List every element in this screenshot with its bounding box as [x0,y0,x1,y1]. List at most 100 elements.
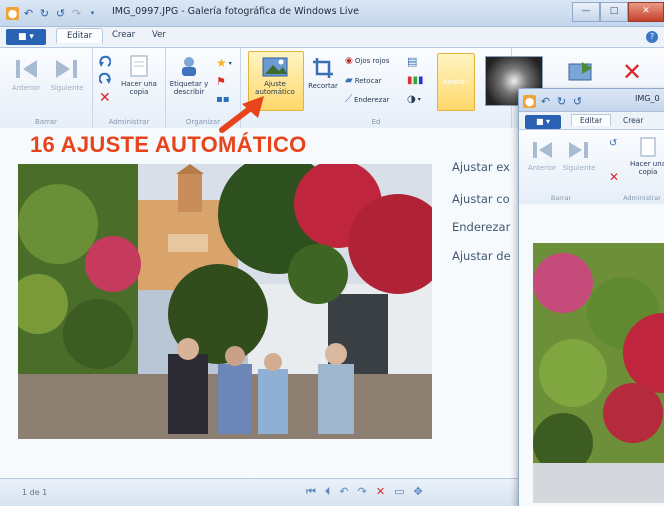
zoom-icon[interactable]: ✥ [413,485,422,499]
second-group-label: Barrar [550,194,572,202]
previous-button[interactable]: Anterior [8,56,44,92]
second-previous-button[interactable]: Anterior [525,138,559,172]
next-icon [56,60,77,78]
second-tab-crear[interactable]: Crear [623,116,643,125]
rotate-right-icon [99,72,111,84]
second-ribbon: Anterior Siguiente Barrar ↺ ✕ Hacer una … [519,129,664,205]
second-file-menu[interactable]: ■ ▾ [525,115,561,129]
second-delete-button[interactable]: ✕ [609,170,619,184]
side-menu-item-4[interactable]: Ajustar de [452,249,511,263]
copy-icon [130,55,148,77]
second-copy-button[interactable]: Hacer una copia [623,136,664,176]
side-menu-item-2[interactable]: Ajustar co [452,192,510,206]
crop-label: Recortar [308,82,338,90]
exposure-button[interactable]: ▤ [407,55,417,68]
refresh-icon[interactable]: ↻ [555,95,568,108]
minimize-button[interactable]: — [572,2,600,22]
rating-button[interactable]: ★ ▾ [216,56,232,70]
redo-icon[interactable]: ↷ [70,7,83,20]
app-icon[interactable]: ● [6,6,19,20]
make-copy-button[interactable]: Hacer una copia [117,54,161,96]
rotate-left-icon[interactable]: ↶ [339,485,348,499]
share-icon [568,62,592,81]
red-eye-button[interactable]: ◉ Ojos rojos [345,56,389,66]
undo-icon[interactable]: ↺ [54,7,67,20]
delete-icon: ✕ [609,170,620,184]
second-window: ● ↶ ↻ ↺ IMG_0 ■ ▾ Editar Crear Anterior … [518,88,664,506]
close-file-button[interactable]: ✕ [622,58,642,86]
adjust-label: Ajustar [442,78,468,86]
close-file-icon: ✕ [622,58,643,86]
photo-counter: 1 de 1 [22,488,48,497]
second-previous-label: Anterior [527,164,557,172]
crop-button[interactable]: Recortar [303,56,343,90]
color-button[interactable]: ▮▮▮ [407,75,424,86]
undo-icon[interactable]: ↺ [571,95,584,108]
eye-icon: ◉ [345,56,353,66]
flag-icon: ⚑ [216,75,226,88]
maximize-button[interactable]: □ [600,2,628,22]
close-button[interactable]: ✕ [628,2,664,22]
back-icon[interactable]: ↶ [539,95,552,108]
second-title-bar: ● ↶ ↻ ↺ IMG_0 [519,89,664,112]
second-rotate-button[interactable]: ↺ [609,138,617,149]
straighten-icon: ⟋ [345,94,352,105]
second-group-label-admin: Administrar [623,194,661,202]
delete-icon: ✕ [99,90,111,106]
star-icon: ★ [216,56,227,70]
slideshow-icon[interactable]: ▭ [394,485,404,499]
title-bar: ● ↶ ↻ ↺ ↷ ▾ IMG_0997.JPG - Galería fotog… [0,0,664,27]
group-label: Administrar [108,118,150,126]
second-photo [533,243,664,503]
delete-icon[interactable]: ✕ [376,485,385,499]
retouch-label: Retocar [354,76,382,85]
second-quick-access: ● ↶ ↻ ↺ [523,93,584,109]
customize-icon[interactable]: ▾ [86,7,99,20]
tab-crear[interactable]: Crear [112,30,135,40]
rotate-left-icon [99,55,111,67]
prev-icon[interactable]: ⏴ [325,485,331,499]
tag-describe-button[interactable]: Etiquetar y describir [168,54,210,96]
next-button[interactable]: Siguiente [48,56,86,92]
app-icon[interactable]: ● [523,94,536,108]
refresh-icon[interactable]: ↻ [38,7,51,20]
make-copy-label: Hacer una copia [121,80,157,96]
first-icon[interactable]: ⏮ [306,485,316,499]
delete-button[interactable]: ✕ [99,90,111,106]
rotate-left-button[interactable] [99,55,111,67]
rotate-right-button[interactable] [99,72,111,84]
tag-icon [182,57,196,76]
rotate-icon: ↺ [609,138,618,149]
quick-access-toolbar: ● ↶ ↻ ↺ ↷ ▾ [6,5,99,21]
next-label: Siguiente [50,84,84,92]
next-icon [569,142,588,158]
group-admin: ✕ Hacer una copia Administrar [93,48,166,128]
detail-button[interactable]: ◑ ▾ [407,94,421,105]
help-icon[interactable]: ? [646,31,658,43]
group-label: Ed [371,118,381,126]
auto-adjust-button[interactable]: Ajuste automático [250,56,300,96]
rotate-right-icon[interactable]: ↷ [358,485,367,499]
second-copy-label: Hacer una copia [630,160,664,176]
group-edit: Ajuste automático Recortar ◉ Ojos rojos ▰… [241,48,543,128]
tab-editar[interactable]: Editar [56,28,104,43]
side-menu-item-1[interactable]: Ajustar ex [452,160,510,174]
copy-icon [640,137,656,157]
second-next-button[interactable]: Siguiente [561,138,597,172]
tab-ver[interactable]: Ver [152,30,166,40]
flag-button[interactable]: ⚑ [216,75,226,88]
retouch-button[interactable]: ▰ Retocar [345,75,382,86]
second-tab-editar[interactable]: Editar [571,114,612,126]
file-menu-button[interactable]: ■ ▾ [6,29,46,45]
crop-icon [313,58,333,78]
share-button[interactable] [568,60,594,82]
straighten-button[interactable]: ⟋ Enderezar [345,94,389,105]
side-menu-item-3[interactable]: Enderezar [452,220,510,234]
second-next-label: Siguiente [562,164,596,172]
previous-label: Anterior [11,84,41,92]
adjust-button[interactable]: Ajustar [437,78,473,86]
auto-adjust-icon [262,57,288,77]
back-icon[interactable]: ↶ [22,7,35,20]
group-navigation: Anterior Siguiente Barrar [0,48,93,128]
photo [18,164,432,439]
